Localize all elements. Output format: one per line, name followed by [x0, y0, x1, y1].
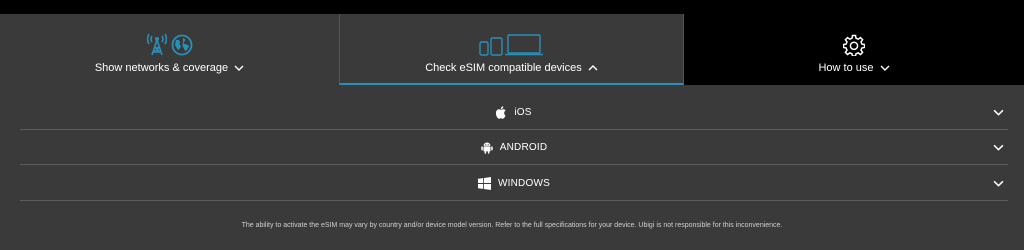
tab-bar: Show networks & coverage Check eSIM comp…: [0, 14, 1024, 85]
windows-icon: [478, 176, 492, 190]
chevron-down-icon: [993, 180, 1004, 187]
chevron-down-icon: [993, 144, 1004, 151]
android-icon: [481, 142, 493, 154]
tab-how-to-use[interactable]: How to use: [684, 14, 1024, 85]
chevron-down-icon: [993, 109, 1004, 116]
tab-devices-label: Check eSIM compatible devices: [425, 62, 582, 74]
tab-howto-icons: [843, 28, 865, 56]
chevron-down-icon: [880, 65, 890, 71]
globe-icon: [171, 34, 192, 56]
chevron-down-icon: [234, 65, 244, 71]
gear-icon: [843, 34, 865, 56]
tab-howto-label: How to use: [818, 62, 874, 74]
os-label-android: ANDROID: [499, 141, 548, 153]
apple-icon: [496, 105, 506, 119]
tab-networks-coverage[interactable]: Show networks & coverage: [0, 14, 339, 85]
tab-networks-icons: [146, 28, 193, 56]
antenna-tower-icon: [146, 33, 167, 56]
tab-devices-icons: [478, 28, 545, 56]
os-label-ios: iOS: [514, 106, 532, 118]
devices-panel: iOS ANDROID WINDOWS The ability to activ…: [0, 85, 1024, 250]
tab-esim-devices[interactable]: Check eSIM compatible devices: [339, 14, 684, 85]
os-label-windows: WINDOWS: [498, 177, 550, 189]
disclaimer-text: The ability to activate the eSIM may var…: [241, 222, 783, 229]
chevron-up-icon: [588, 65, 598, 71]
os-row-android[interactable]: ANDROID: [20, 130, 1008, 165]
os-row-windows[interactable]: WINDOWS: [20, 166, 1008, 201]
os-row-ios[interactable]: iOS: [20, 95, 1008, 130]
devices-icon: [478, 34, 543, 56]
tab-networks-label: Show networks & coverage: [94, 62, 229, 74]
